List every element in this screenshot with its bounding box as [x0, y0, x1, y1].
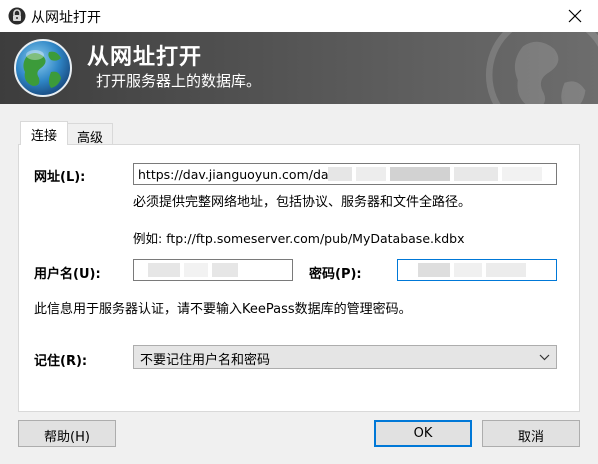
url-value: https://dav.jianguoyun.com/dav/	[138, 167, 341, 182]
cancel-button[interactable]: 取消	[482, 420, 580, 447]
redacted-block	[328, 167, 352, 181]
header-banner: 从网址打开 打开服务器上的数据库。	[0, 32, 598, 104]
tab-connection[interactable]: 连接	[20, 121, 68, 145]
password-input[interactable]	[397, 259, 557, 281]
globe-watermark-icon	[485, 32, 598, 104]
username-label: 用户名(U):	[34, 267, 101, 282]
banner-subtitle: 打开服务器上的数据库。	[96, 72, 262, 90]
banner-title: 从网址打开	[87, 45, 203, 70]
ok-button[interactable]: OK	[374, 420, 472, 447]
redacted-block	[184, 263, 208, 277]
close-button[interactable]	[552, 0, 598, 32]
window-title: 从网址打开	[31, 10, 101, 26]
username-input[interactable]	[133, 259, 293, 281]
globe-icon	[14, 39, 72, 97]
url-input[interactable]: https://dav.jianguoyun.com/dav/	[133, 163, 557, 185]
password-label: 密码(P):	[309, 267, 362, 282]
redacted-block	[454, 263, 482, 277]
title-bar: 从网址打开	[0, 0, 598, 32]
redacted-block	[356, 167, 386, 181]
url-hint: 必须提供完整网络地址，包括协议、服务器和文件全路径。	[133, 195, 472, 210]
url-label: 网址(L):	[34, 170, 86, 185]
redacted-block	[502, 167, 542, 181]
redacted-block	[454, 167, 498, 181]
redacted-block	[418, 263, 450, 277]
redacted-block	[390, 167, 450, 181]
close-icon	[568, 9, 582, 23]
tab-advanced[interactable]: 高级	[68, 123, 113, 146]
url-example: 例如: ftp://ftp.someserver.com/pub/MyDatab…	[133, 231, 465, 246]
auth-note: 此信息用于服务器认证，请不要输入KeePass数据库的管理密码。	[34, 302, 412, 317]
remember-label: 记住(R):	[34, 354, 88, 369]
remember-select[interactable]: 不要记住用户名和密码	[133, 345, 557, 369]
redacted-block	[148, 263, 180, 277]
redacted-block	[486, 263, 526, 277]
redacted-block	[212, 263, 238, 277]
chevron-down-icon	[539, 354, 550, 361]
remember-selected-value: 不要记住用户名和密码	[140, 353, 271, 368]
help-button[interactable]: 帮助(H)	[18, 420, 116, 447]
lock-icon	[8, 7, 26, 25]
